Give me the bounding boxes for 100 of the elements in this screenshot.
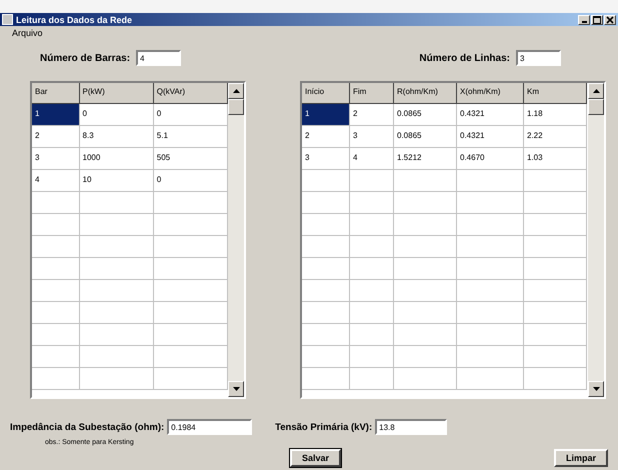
scroll-thumb[interactable] bbox=[228, 99, 244, 115]
column-header[interactable]: P(kW) bbox=[80, 83, 154, 104]
table-cell bbox=[32, 236, 80, 258]
column-header[interactable]: Q(kVAr) bbox=[154, 83, 228, 104]
table-cell bbox=[302, 258, 350, 280]
table-cell bbox=[32, 324, 80, 346]
table-cell bbox=[394, 324, 457, 346]
data-grid[interactable]: Início Fim R(ohm/Km) X(ohm/Km) Km 1 2 0.0865 0.4321 1.18 2 3 0.0865 0.4321 2.22 3 4 1.5212 0.4670 1.03 bbox=[300, 81, 606, 399]
table-cell: 8.3 bbox=[80, 126, 154, 148]
table-cell bbox=[457, 346, 524, 368]
table-cell: 2 bbox=[302, 126, 350, 148]
column-header[interactable]: Fim bbox=[350, 83, 394, 104]
table-cell bbox=[394, 170, 457, 192]
table-cell: 10 bbox=[80, 170, 154, 192]
table-cell bbox=[32, 346, 80, 368]
up-arrow-icon bbox=[232, 89, 240, 93]
table-cell: 0.4321 bbox=[457, 126, 524, 148]
table-cell: 1.03 bbox=[524, 148, 587, 170]
table-cell: 1000 bbox=[80, 148, 154, 170]
table-cell: 0.0865 bbox=[394, 126, 457, 148]
scroll-down-button[interactable] bbox=[588, 381, 604, 397]
table-cell bbox=[394, 368, 457, 390]
scroll-up-button[interactable] bbox=[588, 83, 604, 99]
save-button[interactable]: Salvar bbox=[290, 449, 342, 467]
table-cell: 4 bbox=[350, 148, 394, 170]
table-cell bbox=[302, 170, 350, 192]
table-cell bbox=[350, 214, 394, 236]
table-cell: 0.0865 bbox=[394, 104, 457, 126]
table-cell bbox=[32, 192, 80, 214]
table-cell: 4 bbox=[32, 170, 80, 192]
down-arrow-icon bbox=[232, 387, 240, 391]
column-header[interactable]: Km bbox=[524, 83, 587, 104]
table-cell bbox=[394, 280, 457, 302]
window-title: Leitura dos Dados da Rede bbox=[16, 14, 134, 24]
table-cell bbox=[302, 324, 350, 346]
table-cell bbox=[457, 170, 524, 192]
scrollbar[interactable] bbox=[588, 83, 604, 397]
table-cell bbox=[350, 346, 394, 368]
down-arrow-icon bbox=[592, 387, 600, 391]
table-cell bbox=[457, 236, 524, 258]
count-field[interactable]: 4 bbox=[136, 50, 182, 66]
table-cell bbox=[302, 214, 350, 236]
up-arrow-icon bbox=[592, 89, 600, 93]
voltage-field[interactable]: 13.8 bbox=[375, 419, 448, 435]
table-cell bbox=[457, 324, 524, 346]
menu-item[interactable]: Arquivo bbox=[10, 28, 45, 38]
table-cell bbox=[302, 280, 350, 302]
clear-button[interactable]: Limpar bbox=[554, 449, 608, 467]
table-cell bbox=[350, 192, 394, 214]
column-header[interactable]: X(ohm/Km) bbox=[457, 83, 524, 104]
table-cell bbox=[32, 302, 80, 324]
table-cell: 2.22 bbox=[524, 126, 587, 148]
scroll-up-button[interactable] bbox=[228, 83, 244, 99]
table-cell: 2 bbox=[32, 126, 80, 148]
table-cell bbox=[350, 258, 394, 280]
table-cell bbox=[302, 236, 350, 258]
column-header[interactable]: Início bbox=[302, 83, 350, 104]
close-button[interactable] bbox=[604, 14, 616, 24]
table-cell bbox=[394, 236, 457, 258]
table-cell bbox=[457, 302, 524, 324]
table-cell bbox=[302, 192, 350, 214]
table-cell bbox=[457, 368, 524, 390]
scrollbar[interactable] bbox=[228, 83, 244, 397]
maximize-button[interactable] bbox=[591, 14, 603, 24]
table-cell: 3 bbox=[302, 148, 350, 170]
table-cell: 3 bbox=[350, 126, 394, 148]
column-header[interactable]: Bar bbox=[32, 83, 80, 104]
column-header[interactable]: R(ohm/Km) bbox=[394, 83, 457, 104]
count-field[interactable]: 3 bbox=[516, 50, 561, 66]
table-cell bbox=[394, 192, 457, 214]
table-cell bbox=[302, 368, 350, 390]
minimize-button[interactable] bbox=[578, 14, 590, 24]
table-cell bbox=[457, 214, 524, 236]
close-icon bbox=[606, 16, 614, 24]
table-cell: 2 bbox=[350, 104, 394, 126]
scroll-down-button[interactable] bbox=[228, 381, 244, 397]
table-cell: 0 bbox=[80, 104, 154, 126]
table-cell: 0.4321 bbox=[457, 104, 524, 126]
table-cell: 1.5212 bbox=[394, 148, 457, 170]
table-cell bbox=[302, 302, 350, 324]
table-cell bbox=[457, 280, 524, 302]
data-grid[interactable]: Bar P(kW) Q(kVAr) 1 0 0 2 8.3 5.1 3 1000 505 4 10 0 bbox=[30, 81, 246, 399]
table-cell: 0.4670 bbox=[457, 148, 524, 170]
table-cell: 3 bbox=[32, 148, 80, 170]
table-cell bbox=[350, 368, 394, 390]
table-cell bbox=[350, 302, 394, 324]
table-cell bbox=[524, 214, 587, 236]
impedance-field[interactable]: 0.1984 bbox=[167, 419, 252, 435]
field-label: Impedância da Subestação (ohm): bbox=[10, 422, 164, 432]
table-cell bbox=[32, 258, 80, 280]
table-cell bbox=[394, 214, 457, 236]
table-cell bbox=[350, 236, 394, 258]
table-cell bbox=[394, 302, 457, 324]
scroll-thumb[interactable] bbox=[588, 99, 604, 115]
table-cell bbox=[350, 170, 394, 192]
table-cell bbox=[302, 346, 350, 368]
table-cell bbox=[457, 258, 524, 280]
field-label: Número de Linhas: bbox=[419, 52, 510, 64]
table-cell bbox=[457, 192, 524, 214]
table-cell bbox=[524, 324, 587, 346]
